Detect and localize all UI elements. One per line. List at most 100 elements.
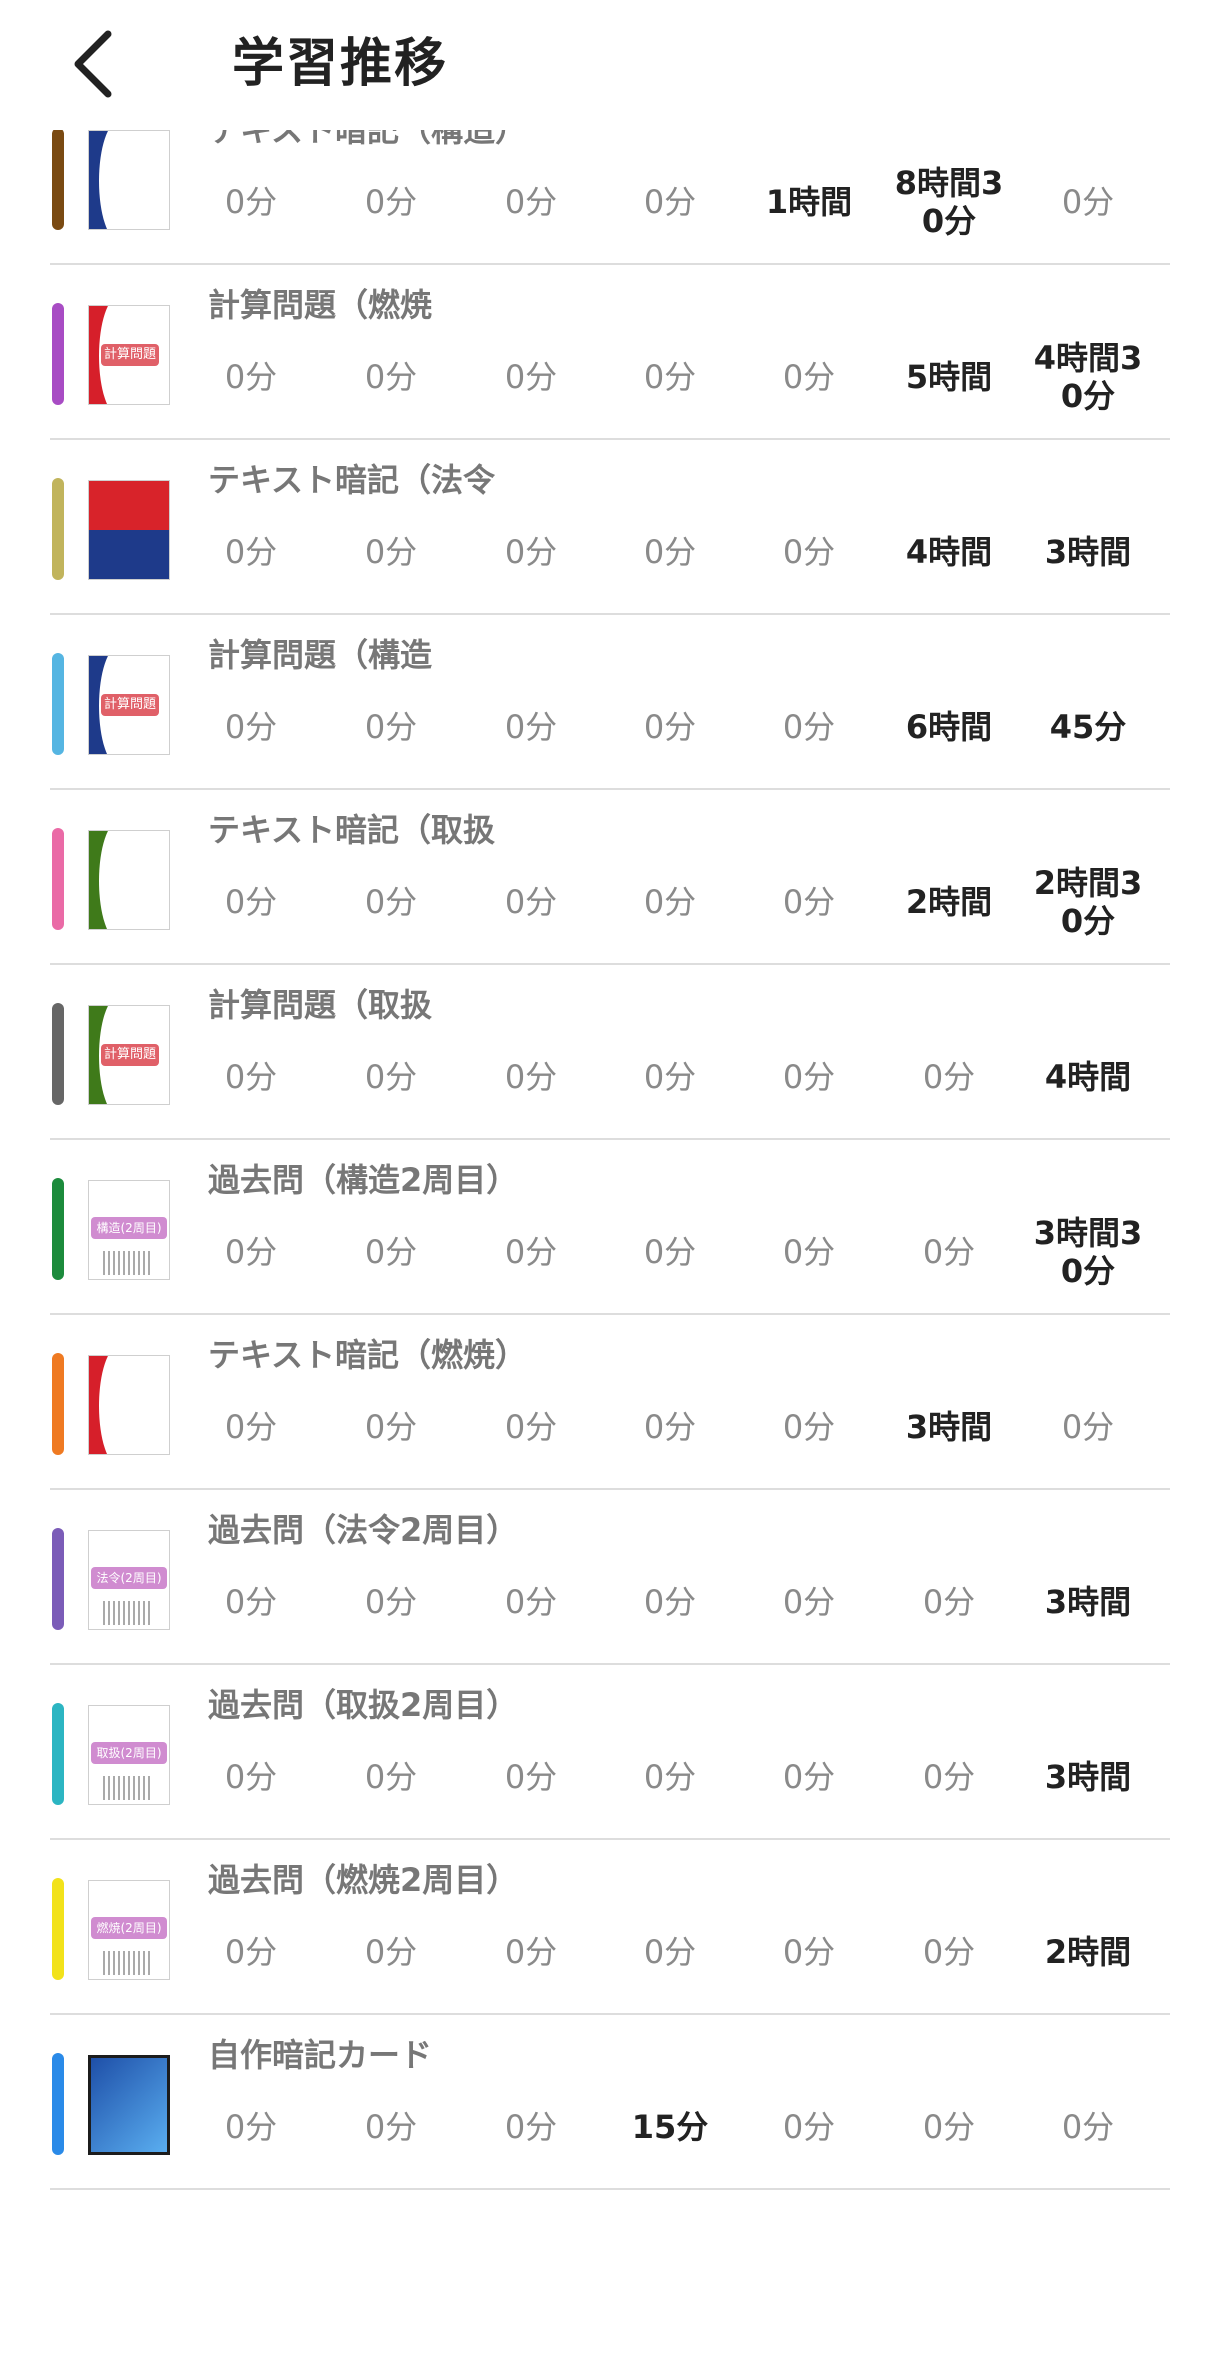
time-value: 0分 (224, 708, 278, 746)
color-indicator (52, 478, 64, 580)
time-value: 8時間30分 (894, 164, 1004, 240)
list-item[interactable]: 自作暗記カード 0分 0分 0分 15分 0分 0分 0分 (50, 2015, 1170, 2190)
time-value: 0分 (504, 1233, 558, 1271)
time-value: 0分 (1061, 2108, 1115, 2146)
time-value: 3時間 (1044, 1583, 1132, 1621)
book-cover-thumbnail: 燃焼(2周目) (88, 1880, 170, 1980)
book-cover-thumbnail (88, 130, 170, 230)
cover-stripe (113, 1951, 115, 1975)
list-item[interactable]: テキスト暗記（法令 0分 0分 0分 0分 0分 4時間 3時間 (50, 440, 1170, 615)
cover-stripe (133, 1601, 135, 1625)
time-value: 2時間 (1044, 1933, 1132, 1971)
time-value: 0分 (504, 2108, 558, 2146)
time-value: 3時間 (1044, 533, 1132, 571)
list-item[interactable]: 法令(2周目) 過去問（法令2周目） 0分 0分 0分 0分 0分 0分 3時間 (50, 1490, 1170, 1665)
cover-stripe (108, 1776, 110, 1800)
book-cover-thumbnail: 構造(2周目) (88, 1180, 170, 1280)
color-indicator (52, 828, 64, 930)
time-value: 0分 (922, 1233, 976, 1271)
time-value: 0分 (922, 2108, 976, 2146)
color-indicator (52, 1353, 64, 1455)
time-value: 0分 (643, 1583, 697, 1621)
time-value: 0分 (364, 1408, 418, 1446)
time-value: 1時間 (765, 183, 853, 221)
time-value: 0分 (364, 1758, 418, 1796)
time-value: 0分 (643, 358, 697, 396)
list-item[interactable]: 取扱(2周目) 過去問（取扱2周目） 0分 0分 0分 0分 0分 0分 3時間 (50, 1665, 1170, 1840)
row-title: 過去問（法令2周目） (208, 1511, 519, 1549)
time-value: 0分 (364, 883, 418, 921)
time-value: 0分 (224, 1233, 278, 1271)
time-value: 0分 (782, 1933, 836, 1971)
cover-stripe (103, 1601, 105, 1625)
cover-stripe (148, 1951, 150, 1975)
time-value: 0分 (643, 1233, 697, 1271)
time-value: 0分 (364, 708, 418, 746)
cover-stripe (133, 1251, 135, 1275)
color-indicator (52, 653, 64, 755)
time-value: 0分 (224, 533, 278, 571)
time-value: 0分 (643, 533, 697, 571)
time-value: 4時間 (1044, 1058, 1132, 1096)
list-item[interactable]: テキスト暗記（取扱 0分 0分 0分 0分 0分 2時間 2時間30分 (50, 790, 1170, 965)
color-indicator (52, 1528, 64, 1630)
cover-stripe (138, 1251, 140, 1275)
row-title: 過去問（構造2周目） (208, 1161, 519, 1199)
list-item[interactable]: テキスト暗記（燃焼） 0分 0分 0分 0分 0分 3時間 0分 (50, 1315, 1170, 1490)
list-item[interactable]: 構造(2周目) 過去問（構造2周目） 0分 0分 0分 0分 0分 0分 3時間30分 (50, 1140, 1170, 1315)
cover-stripe (128, 1601, 130, 1625)
color-indicator (52, 1703, 64, 1805)
row-title: 過去問（取扱2周目） (208, 1686, 519, 1724)
cover-stripe (143, 1776, 145, 1800)
book-cover-thumbnail (88, 1355, 170, 1455)
list-item[interactable]: 計算問題 計算問題（取扱 0分 0分 0分 0分 0分 0分 4時間 (50, 965, 1170, 1140)
cover-stripe (123, 1776, 125, 1800)
time-value: 0分 (782, 358, 836, 396)
time-value: 0分 (782, 1758, 836, 1796)
time-value: 0分 (504, 883, 558, 921)
cover-stripe (138, 1951, 140, 1975)
cover-stripe (143, 1251, 145, 1275)
time-value: 3時間 (1044, 1758, 1132, 1796)
time-value: 0分 (922, 1933, 976, 1971)
book-cover-thumbnail: 法令(2周目) (88, 1530, 170, 1630)
time-value: 0分 (643, 1408, 697, 1446)
list-item[interactable]: 計算問題 計算問題（燃焼 0分 0分 0分 0分 0分 5時間 4時間30分 (50, 265, 1170, 440)
cover-stripe (118, 1251, 120, 1275)
cover-stripe (143, 1951, 145, 1975)
cover-stripe (118, 1601, 120, 1625)
color-indicator (52, 128, 64, 230)
book-cover-thumbnail (88, 2055, 170, 2155)
cover-stripe (128, 1776, 130, 1800)
color-indicator (52, 1178, 64, 1280)
list-item[interactable]: 燃焼(2周目) 過去問（燃焼2周目） 0分 0分 0分 0分 0分 0分 2時間 (50, 1840, 1170, 2015)
time-value: 0分 (224, 1058, 278, 1096)
cover-label: 燃焼(2周目) (91, 1917, 167, 1939)
time-value: 0分 (782, 1583, 836, 1621)
time-value: 0分 (643, 1058, 697, 1096)
time-value: 0分 (224, 2108, 278, 2146)
book-cover-thumbnail: 計算問題 (88, 1005, 170, 1105)
time-value: 0分 (643, 883, 697, 921)
back-button[interactable] (64, 26, 124, 102)
time-value: 0分 (1061, 183, 1115, 221)
row-title: テキスト暗記（燃焼） (208, 1336, 528, 1374)
cover-curve (99, 831, 139, 929)
cover-label: 構造(2周目) (91, 1217, 167, 1239)
time-value: 0分 (364, 2108, 418, 2146)
row-title: 計算問題（取扱 (208, 986, 433, 1024)
time-value: 0分 (504, 1583, 558, 1621)
time-value: 0分 (782, 708, 836, 746)
cover-stripe (108, 1251, 110, 1275)
list-item[interactable]: 計算問題 計算問題（構造 0分 0分 0分 0分 0分 6時間 45分 (50, 615, 1170, 790)
time-value: 0分 (922, 1058, 976, 1096)
cover-stripe (148, 1601, 150, 1625)
cover-stripe (138, 1776, 140, 1800)
time-value: 15分 (631, 2108, 709, 2146)
time-value: 0分 (364, 1233, 418, 1271)
time-value: 0分 (224, 183, 278, 221)
book-cover-thumbnail: 取扱(2周目) (88, 1705, 170, 1805)
time-value: 0分 (364, 183, 418, 221)
time-value: 4時間 (905, 533, 993, 571)
time-value: 2時間30分 (1033, 864, 1143, 940)
